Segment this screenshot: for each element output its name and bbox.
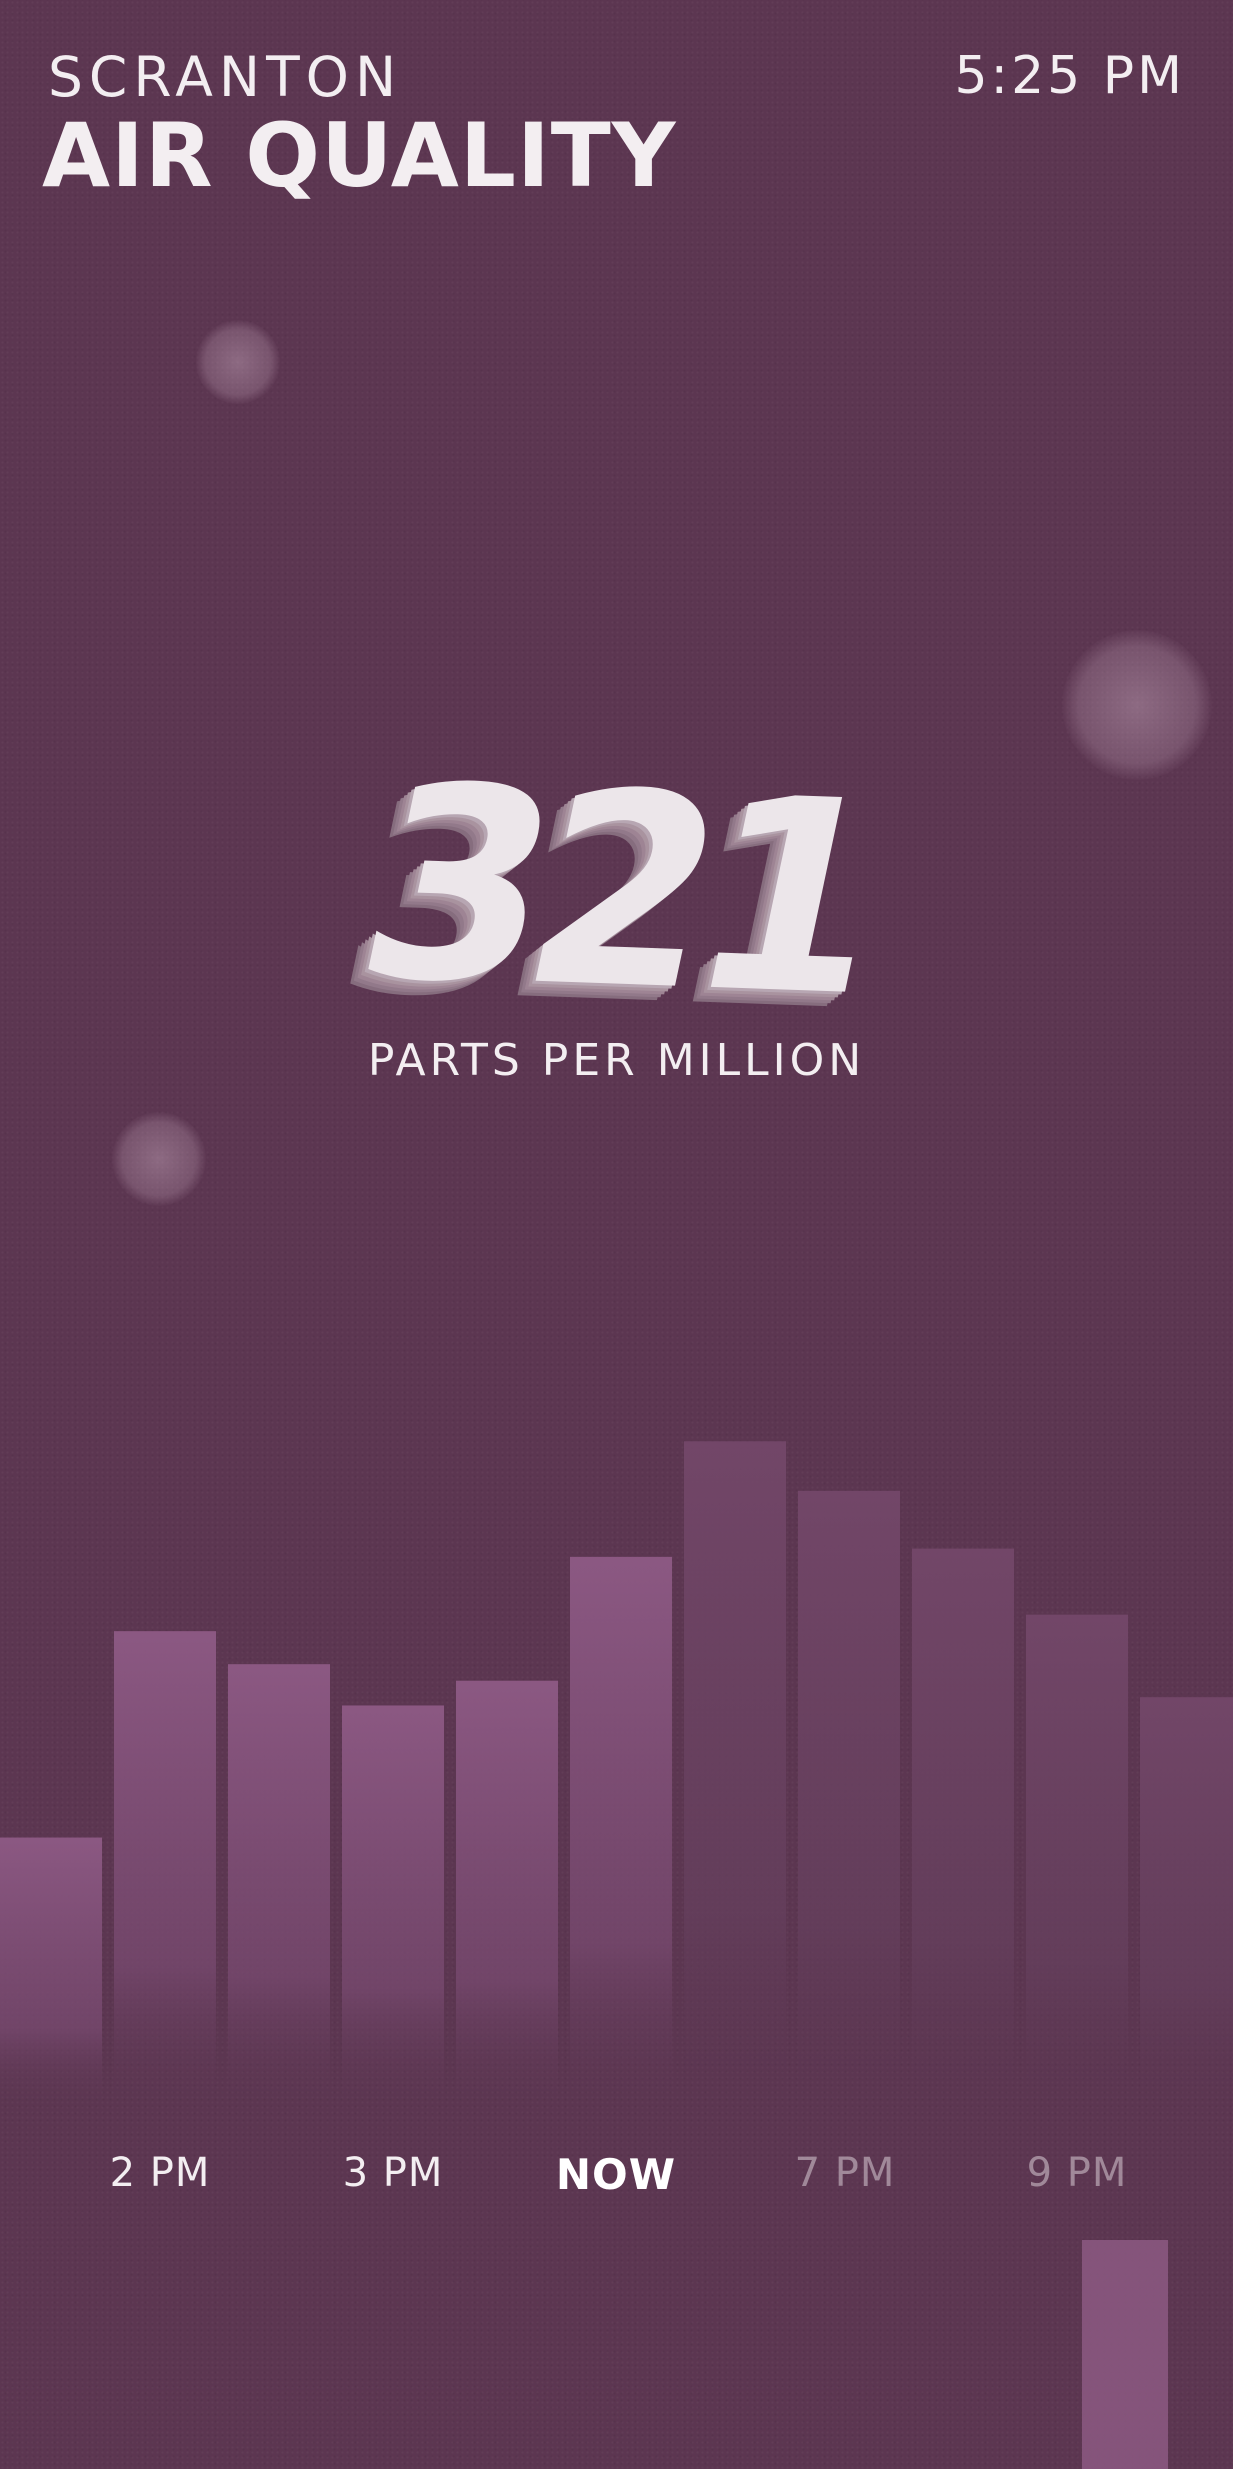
timeline-label-3-pm[interactable]: 3 PM [343,2150,444,2196]
scroll-indicator[interactable] [1082,2240,1168,2469]
chart-bar [684,1441,786,2110]
chart-bar [114,1631,216,2110]
timeline-label-7-pm[interactable]: 7 PM [795,2150,896,2196]
chart-bar [570,1556,672,2110]
chart-bar [1140,1697,1233,2110]
chart-bar [456,1680,558,2110]
chart-bar [912,1548,1014,2110]
timeline-label-now[interactable]: NOW [556,2150,676,2199]
chart-bar [798,1490,900,2110]
time-selector[interactable]: 2 PM 3 PM NOW 7 PM 9 PM [0,2150,1233,2210]
air-quality-bar-chart [0,1441,1233,2469]
chart-bar [1026,1614,1128,2110]
chart-bar [0,1837,102,2110]
chart-bar [342,1705,444,2110]
timeline-label-9-pm[interactable]: 9 PM [1027,2150,1128,2196]
chart-bar [228,1664,330,2110]
timeline-label-2-pm[interactable]: 2 PM [110,2150,211,2196]
aqi-reading-value: 321 [336,729,898,1055]
aqi-reading-unit: PARTS PER MILLION [367,1035,866,1086]
